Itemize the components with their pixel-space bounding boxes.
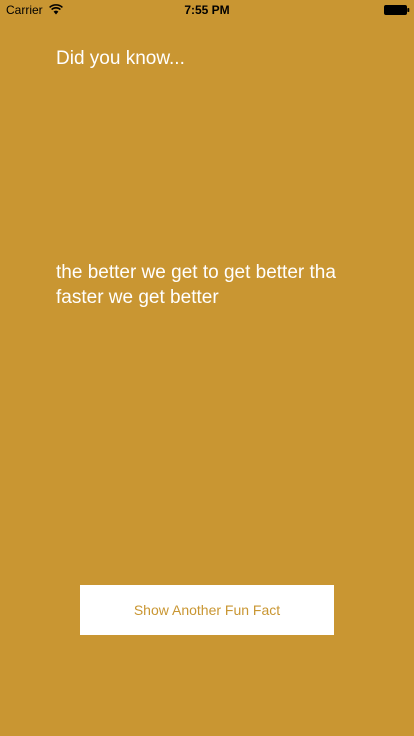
status-time: 7:55 PM xyxy=(184,3,230,17)
did-you-know-heading: Did you know... xyxy=(56,48,185,69)
fun-fact-text: the better we get to get better tha fast… xyxy=(56,262,336,308)
battery-icon xyxy=(384,5,410,15)
status-bar: Carrier 7:55 PM xyxy=(0,0,414,20)
show-another-fun-fact-button[interactable]: Show Another Fun Fact xyxy=(80,585,334,635)
